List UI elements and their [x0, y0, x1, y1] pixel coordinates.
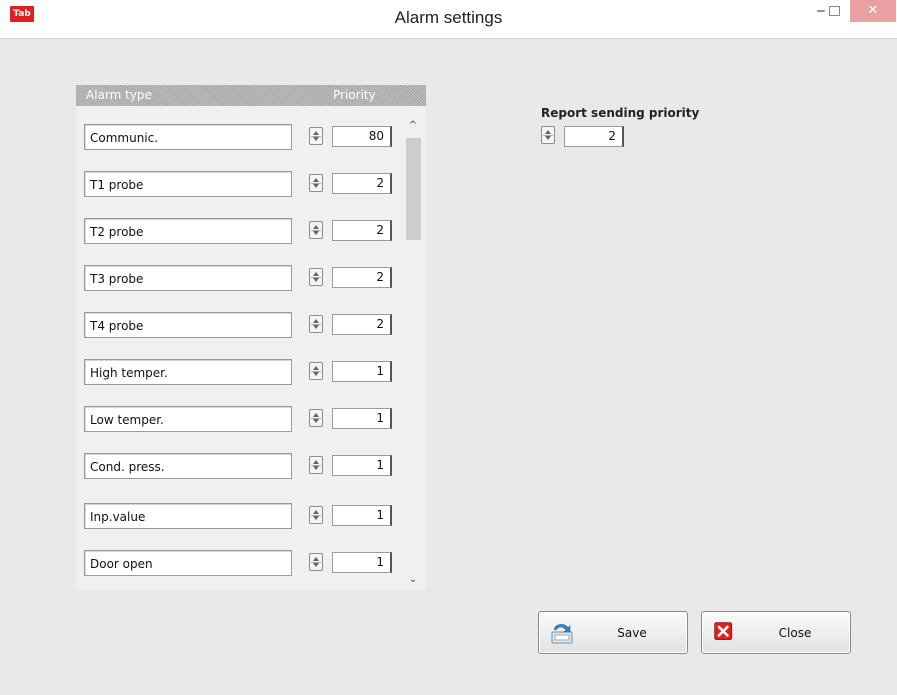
- window-title: Alarm settings: [394, 8, 503, 27]
- spinner-arrows-icon[interactable]: [309, 127, 323, 145]
- maximize-icon: [828, 6, 840, 16]
- spinner-arrows-icon[interactable]: [309, 362, 323, 380]
- alarm-row: High temper. 1: [76, 359, 396, 389]
- alarm-type-field[interactable]: T4 probe: [84, 312, 292, 338]
- alarm-type-field[interactable]: Cond. press.: [84, 453, 292, 479]
- alarm-type-field[interactable]: Inp.value: [84, 503, 292, 529]
- alarm-row: Door open 1: [76, 550, 396, 580]
- priority-input[interactable]: 2: [332, 220, 392, 241]
- spinner-arrows-icon[interactable]: [541, 126, 555, 144]
- spinner-arrows-icon[interactable]: [309, 174, 323, 192]
- priority-input[interactable]: 2: [332, 173, 392, 194]
- close-button-label: Close: [778, 626, 812, 640]
- alarm-row: T1 probe 2: [76, 171, 396, 201]
- report-priority-input[interactable]: 2: [564, 126, 624, 147]
- close-window-button[interactable]: ✕: [850, 0, 896, 22]
- alarm-type-field[interactable]: Communic.: [84, 124, 292, 150]
- alarm-list-header: Alarm type Priority: [76, 85, 426, 106]
- priority-input[interactable]: 1: [332, 408, 392, 429]
- spinner-arrows-icon[interactable]: [309, 553, 323, 571]
- alarm-type-field[interactable]: T3 probe: [84, 265, 292, 291]
- priority-input[interactable]: 1: [332, 505, 392, 526]
- priority-input[interactable]: 2: [332, 267, 392, 288]
- alarm-list-scrollbar[interactable]: ^ ⌄: [403, 116, 423, 590]
- spinner-arrows-icon[interactable]: [309, 456, 323, 474]
- alarm-row: T2 probe 2: [76, 218, 396, 248]
- header-priority: Priority: [333, 88, 376, 102]
- alarm-row: T3 probe 2: [76, 265, 396, 295]
- priority-input[interactable]: 1: [332, 552, 392, 573]
- alarm-row: Low temper. 1: [76, 406, 396, 436]
- alarm-row: Communic. 80: [76, 124, 396, 154]
- priority-input[interactable]: 80: [332, 126, 392, 147]
- alarm-type-field[interactable]: T1 probe: [84, 171, 292, 197]
- alarm-type-field[interactable]: Door open: [84, 550, 292, 576]
- alarm-row: T4 probe 2: [76, 312, 396, 342]
- spinner-arrows-icon[interactable]: [309, 409, 323, 427]
- maximize-button[interactable]: [826, 0, 842, 22]
- save-button-label: Save: [617, 626, 647, 640]
- spinner-arrows-icon[interactable]: [309, 268, 323, 286]
- scroll-up-icon[interactable]: ^: [407, 120, 419, 132]
- alarm-type-field[interactable]: High temper.: [84, 359, 292, 385]
- scroll-thumb[interactable]: [406, 138, 421, 240]
- spinner-arrows-icon[interactable]: [309, 506, 323, 524]
- save-button[interactable]: Save: [538, 611, 688, 654]
- priority-input[interactable]: 1: [332, 455, 392, 476]
- spinner-arrows-icon[interactable]: [309, 315, 323, 333]
- scroll-down-icon[interactable]: ⌄: [407, 574, 419, 586]
- priority-input[interactable]: 2: [332, 314, 392, 335]
- spinner-arrows-icon[interactable]: [309, 221, 323, 239]
- title-bar: Tab Alarm settings ‒ ✕: [0, 0, 897, 39]
- alarm-type-field[interactable]: Low temper.: [84, 406, 292, 432]
- alarm-row: Inp.value 1: [76, 503, 396, 533]
- priority-input[interactable]: 1: [332, 361, 392, 382]
- alarm-row: Cond. press. 1: [76, 453, 396, 483]
- report-priority-label: Report sending priority: [541, 106, 700, 120]
- alarm-type-field[interactable]: T2 probe: [84, 218, 292, 244]
- header-alarm-type: Alarm type: [86, 88, 152, 102]
- close-button[interactable]: Close: [701, 611, 851, 654]
